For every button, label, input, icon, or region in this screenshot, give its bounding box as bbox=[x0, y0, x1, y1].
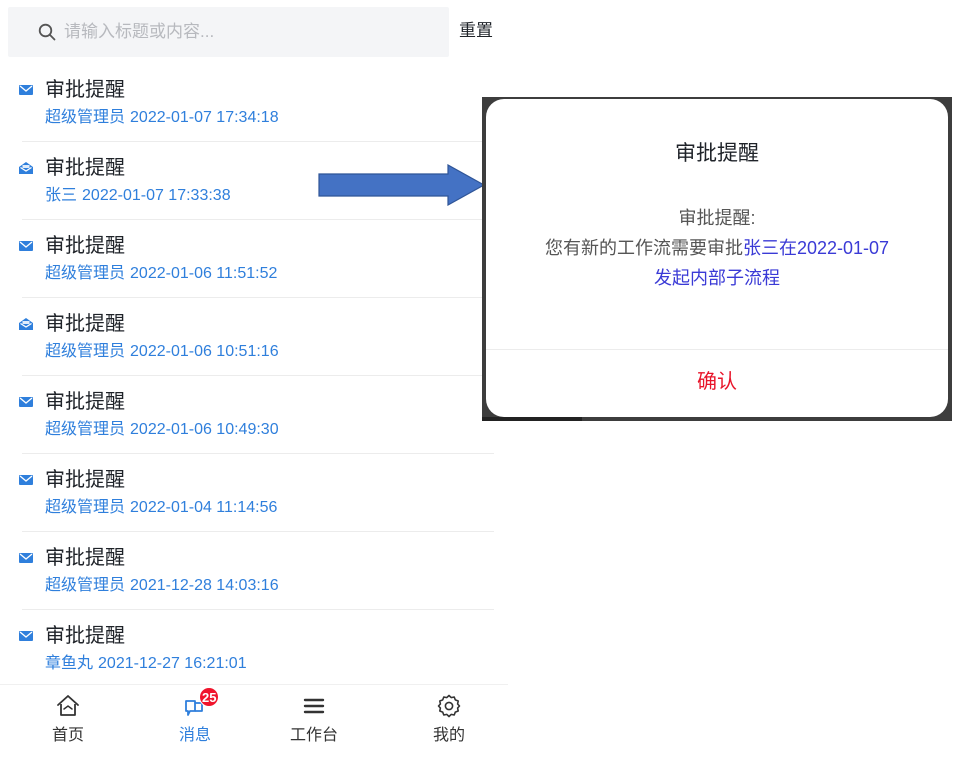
tab-workbench[interactable]: 工作台 bbox=[274, 685, 354, 753]
tab-messages[interactable]: 25 消息 bbox=[155, 685, 235, 753]
list-item[interactable]: 审批提醒 章鱼丸 2021-12-27 16:21:01 bbox=[0, 610, 508, 674]
message-sender: 超级管理员 bbox=[45, 343, 126, 360]
search-placeholder: 请输入标题或内容... bbox=[64, 22, 215, 41]
message-meta: 超级管理员 2022-01-06 10:49:30 bbox=[45, 419, 279, 441]
envelope-closed-icon bbox=[19, 631, 33, 641]
search-row: 请输入标题或内容... 重置 bbox=[0, 0, 508, 64]
message-sender: 超级管理员 bbox=[45, 265, 126, 282]
envelope-closed-icon bbox=[19, 85, 33, 95]
search-input[interactable]: 请输入标题或内容... bbox=[8, 7, 449, 57]
list-item[interactable]: 审批提醒 超级管理员 2022-01-07 17:34:18 bbox=[0, 64, 508, 142]
message-meta: 章鱼丸 2021-12-27 16:21:01 bbox=[45, 653, 247, 675]
reset-button[interactable]: 重置 bbox=[459, 17, 493, 45]
bottom-tabbar: 首页 25 消息 工作台 我的 bbox=[0, 684, 508, 753]
message-title: 审批提醒 bbox=[45, 313, 125, 335]
message-meta: 超级管理员 2022-01-04 11:14:56 bbox=[45, 497, 277, 519]
envelope-closed-icon bbox=[19, 553, 33, 563]
message-time: 2022-01-06 10:51:16 bbox=[130, 343, 279, 360]
right-arrow-icon bbox=[318, 164, 486, 206]
list-item[interactable]: 审批提醒 超级管理员 2021-12-28 14:03:16 bbox=[0, 532, 508, 610]
list-item[interactable]: 审批提醒 超级管理员 2022-01-06 11:51:52 bbox=[0, 220, 508, 298]
message-sender: 超级管理员 bbox=[45, 499, 126, 516]
approval-dialog: 审批提醒 审批提醒: 您有新的工作流需要审批张三在2022-01-07 发起内部… bbox=[486, 99, 948, 417]
message-time: 2022-01-06 10:49:30 bbox=[130, 421, 279, 438]
message-title: 审批提醒 bbox=[45, 79, 125, 101]
tab-mine[interactable]: 我的 bbox=[409, 685, 489, 753]
message-sender: 章鱼丸 bbox=[45, 655, 94, 672]
message-sender: 超级管理员 bbox=[45, 421, 126, 438]
dialog-line-2-highlight: 张三在2022-01-07 bbox=[742, 238, 890, 258]
menu-icon bbox=[303, 698, 325, 714]
message-meta: 超级管理员 2022-01-06 10:51:16 bbox=[45, 341, 279, 363]
envelope-open-icon bbox=[19, 318, 33, 330]
tab-label: 消息 bbox=[178, 727, 211, 744]
envelope-closed-icon bbox=[19, 241, 33, 251]
envelope-open-icon bbox=[19, 162, 33, 174]
message-title: 审批提醒 bbox=[45, 469, 125, 491]
background-peek bbox=[482, 417, 582, 421]
search-icon bbox=[38, 23, 56, 41]
message-sender: 张三 bbox=[45, 187, 78, 204]
unread-badge: 25 bbox=[199, 687, 220, 707]
message-sender: 超级管理员 bbox=[45, 109, 126, 126]
message-list-screen: 请输入标题或内容... 重置 审批提醒 超级管理员 2022-01-07 17:3… bbox=[0, 0, 508, 753]
message-meta: 超级管理员 2021-12-28 14:03:16 bbox=[45, 575, 279, 597]
list-item[interactable]: 审批提醒 超级管理员 2022-01-06 10:51:16 bbox=[0, 298, 508, 376]
tab-label: 工作台 bbox=[289, 727, 338, 744]
message-meta: 张三 2022-01-07 17:33:38 bbox=[45, 185, 231, 207]
envelope-closed-icon bbox=[19, 397, 33, 407]
tab-label: 首页 bbox=[51, 727, 84, 744]
message-time: 2022-01-06 11:51:52 bbox=[130, 265, 278, 282]
dialog-screenshot: 审批提醒 审批提醒: 您有新的工作流需要审批张三在2022-01-07 发起内部… bbox=[482, 97, 952, 421]
dialog-line-3: 发起内部子流程 bbox=[654, 268, 780, 288]
gear-icon bbox=[437, 694, 461, 718]
message-time: 2021-12-27 16:21:01 bbox=[98, 655, 247, 672]
home-icon bbox=[57, 695, 79, 716]
dialog-line-2: 您有新的工作流需要审批张三在2022-01-07 bbox=[506, 233, 928, 263]
list-item[interactable]: 审批提醒 超级管理员 2022-01-04 11:14:56 bbox=[0, 454, 508, 532]
tab-home[interactable]: 首页 bbox=[28, 685, 108, 753]
list-item[interactable]: 审批提醒 超级管理员 2022-01-06 10:49:30 bbox=[0, 376, 508, 454]
envelope-closed-icon bbox=[19, 475, 33, 485]
confirm-button[interactable]: 确认 bbox=[486, 350, 948, 417]
message-title: 审批提醒 bbox=[45, 391, 125, 413]
dialog-line-2-text: 您有新的工作流需要审批 bbox=[544, 238, 743, 258]
message-time: 2022-01-07 17:34:18 bbox=[130, 109, 279, 126]
tab-label: 我的 bbox=[432, 727, 465, 744]
dialog-title: 审批提醒 bbox=[675, 142, 759, 165]
message-time: 2022-01-04 11:14:56 bbox=[130, 499, 278, 516]
message-meta: 超级管理员 2022-01-06 11:51:52 bbox=[45, 263, 277, 285]
message-title: 审批提醒 bbox=[45, 157, 125, 179]
message-title: 审批提醒 bbox=[45, 547, 125, 569]
message-time: 2022-01-07 17:33:38 bbox=[82, 187, 231, 204]
message-title: 审批提醒 bbox=[45, 235, 125, 257]
message-title: 审批提醒 bbox=[45, 625, 125, 647]
dialog-message: 审批提醒: 您有新的工作流需要审批张三在2022-01-07 发起内部子流程 bbox=[506, 203, 928, 293]
message-meta: 超级管理员 2022-01-07 17:34:18 bbox=[45, 107, 279, 129]
dialog-line-1: 审批提醒: bbox=[678, 208, 756, 228]
message-sender: 超级管理员 bbox=[45, 577, 126, 594]
message-time: 2021-12-28 14:03:16 bbox=[130, 577, 279, 594]
message-list: 审批提醒 超级管理员 2022-01-07 17:34:18 审批提醒 张三 202… bbox=[0, 64, 508, 674]
